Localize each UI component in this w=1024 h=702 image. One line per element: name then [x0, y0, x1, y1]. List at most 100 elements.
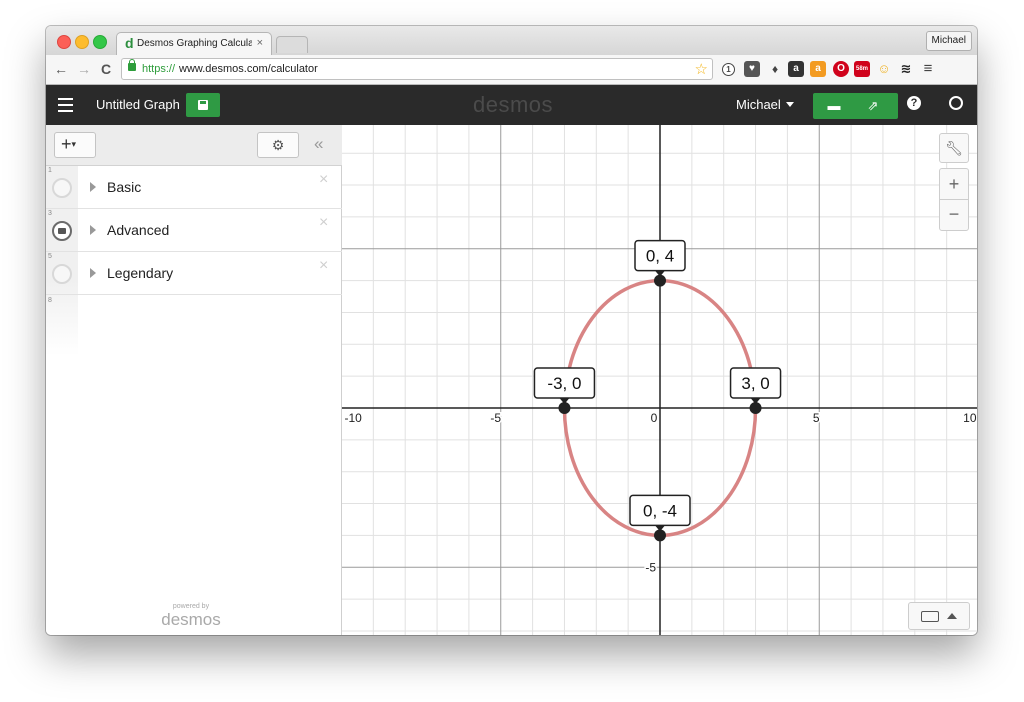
graph-canvas[interactable]: -10 -5 0 5 10 -5 0, 4 -3, 0 3, 0 0, -4	[342, 125, 977, 635]
add-item-button[interactable]: +▾	[54, 132, 96, 158]
folder-icon[interactable]	[52, 221, 72, 241]
row-number: 5	[48, 253, 52, 260]
print-icon[interactable]: ▬	[827, 99, 841, 113]
row-number: 1	[48, 167, 52, 174]
chevron-down-icon: ▾	[71, 139, 77, 149]
caret-up-icon	[947, 613, 957, 619]
back-icon[interactable]: ←	[54, 61, 68, 77]
tab-title: Desmos Graphing Calculat	[137, 38, 252, 49]
point-group: 0, 4	[634, 239, 686, 287]
zoom-out-button[interactable]: −	[940, 200, 968, 230]
save-icon	[198, 100, 208, 110]
share-icon[interactable]: ⇗	[866, 99, 880, 113]
address-bar[interactable]: https:// www.desmos.com/calculator ☆	[121, 58, 713, 80]
x-tick-label: 0	[651, 411, 658, 425]
x-tick-label: 10	[963, 411, 977, 425]
expression-toolbar: +▾ ⚙ «	[46, 125, 342, 166]
graph-settings-button[interactable]: ⚙	[257, 132, 299, 158]
desmos-favicon-icon: d	[125, 35, 134, 51]
points: 0, 4 -3, 0 3, 0 0, -4	[533, 239, 782, 542]
expand-arrow-icon[interactable]	[90, 268, 96, 278]
globe-icon[interactable]	[949, 96, 963, 110]
empty-row-number: 8	[48, 297, 52, 304]
gear-icon: ⚙	[271, 137, 285, 153]
browser-window: d Desmos Graphing Calculat × Michael ← →…	[46, 26, 977, 635]
zoom-window-button[interactable]	[93, 35, 107, 49]
powered-by-desmos[interactable]: powered by desmos	[156, 603, 226, 630]
url-scheme: https://	[142, 63, 176, 75]
folder-label[interactable]: Legendary	[107, 265, 173, 281]
keyboard-icon	[921, 611, 939, 622]
lock-icon	[128, 59, 136, 71]
delete-icon[interactable]: ×	[319, 257, 328, 275]
powered-by-brand: desmos	[161, 610, 221, 629]
point-group: -3, 0	[533, 367, 596, 414]
profile-button[interactable]: Michael	[925, 31, 972, 51]
point-group: 3, 0	[729, 367, 782, 414]
expand-arrow-icon[interactable]	[90, 225, 96, 235]
folder-row-basic[interactable]: 1 Basic ×	[46, 166, 342, 209]
collapse-panel-icon[interactable]: «	[314, 134, 323, 154]
desmos-logo: desmos	[473, 92, 554, 117]
pocket-extension-icon[interactable]: ♥	[744, 61, 760, 77]
user-name: Michael	[736, 97, 781, 112]
reload-icon[interactable]: C	[101, 61, 111, 77]
graph-paper[interactable]: -10 -5 0 5 10 -5 0, 4 -3, 0 3, 0 0, -4 🔧︎ + −	[342, 125, 977, 635]
expand-arrow-icon[interactable]	[90, 182, 96, 192]
folder-row-legendary[interactable]: 5 Legendary ×	[46, 252, 342, 295]
share-button-group: ▬ ⇗	[813, 93, 898, 119]
1password-extension-icon[interactable]: 1	[722, 63, 735, 76]
graph-title[interactable]: Untitled Graph	[96, 97, 180, 112]
folder-label[interactable]: Basic	[107, 179, 141, 195]
minimize-window-button[interactable]	[75, 35, 89, 49]
x-tick-label: -10	[345, 411, 363, 425]
x-tick-label: 5	[813, 411, 820, 425]
zoom-in-button[interactable]: +	[940, 169, 968, 200]
point-label-pointer	[655, 270, 665, 277]
bookmark-star-icon[interactable]: ☆	[695, 60, 708, 78]
new-tab-button[interactable]	[276, 36, 308, 53]
user-menu[interactable]: Michael	[736, 97, 794, 112]
amazon-assistant-extension-icon[interactable]: a	[810, 61, 826, 77]
save-button[interactable]	[186, 93, 220, 117]
close-window-button[interactable]	[57, 35, 71, 49]
add-icon: +	[61, 134, 72, 154]
keyboard-toggle-button[interactable]	[908, 602, 970, 630]
point-label-pointer	[655, 525, 665, 532]
wrench-icon: 🔧︎	[945, 140, 963, 156]
chrome-menu-icon[interactable]: ≡	[920, 61, 936, 77]
evernote-extension-icon[interactable]: ♦	[767, 61, 783, 77]
tab-strip: d Desmos Graphing Calculat × Michael	[46, 26, 977, 55]
x-tick-label: -5	[490, 411, 501, 425]
folder-row-advanced[interactable]: 3 Advanced ×	[46, 209, 342, 252]
point-label: 0, 4	[646, 247, 674, 266]
graph-settings-wrench-button[interactable]: 🔧︎	[939, 133, 969, 163]
adblock-extension-icon[interactable]: O	[833, 61, 849, 77]
desmos-header: Untitled Graph desmos Michael ▬ ⇗ ?	[46, 85, 977, 125]
zoom-controls: + −	[939, 168, 969, 231]
help-icon[interactable]: ?	[907, 96, 921, 110]
folder-label[interactable]: Advanced	[107, 222, 169, 238]
hide-toggle-icon[interactable]	[52, 178, 72, 198]
buffer-extension-icon[interactable]: ≋	[898, 61, 914, 77]
row-number: 3	[48, 210, 52, 217]
delete-icon[interactable]: ×	[319, 171, 328, 189]
point-label-pointer	[559, 398, 570, 404]
point-label: 3, 0	[741, 374, 769, 393]
point-label: -3, 0	[547, 374, 581, 393]
browser-tab[interactable]: d Desmos Graphing Calculat ×	[116, 32, 272, 55]
caret-down-icon	[785, 102, 794, 107]
y-tick-label: -5	[645, 560, 656, 574]
browser-toolbar: ← → C https:// www.desmos.com/calculator…	[46, 55, 977, 85]
amazon-extension-icon[interactable]: a	[788, 61, 804, 77]
tab-close-icon[interactable]: ×	[257, 37, 263, 49]
menu-icon[interactable]	[58, 98, 73, 112]
honey-extension-icon[interactable]: ☺	[876, 61, 892, 77]
delete-icon[interactable]: ×	[319, 214, 328, 232]
timer-extension-icon[interactable]: 58m	[854, 61, 870, 77]
expression-panel: +▾ ⚙ « 1 Basic × 3 Advanced × 5 Legendar…	[46, 125, 342, 635]
point-group: 0, -4	[629, 494, 691, 542]
forward-icon[interactable]: →	[77, 61, 91, 77]
url-host: www.desmos.com/calculator	[179, 63, 318, 75]
hide-toggle-icon[interactable]	[52, 264, 72, 284]
